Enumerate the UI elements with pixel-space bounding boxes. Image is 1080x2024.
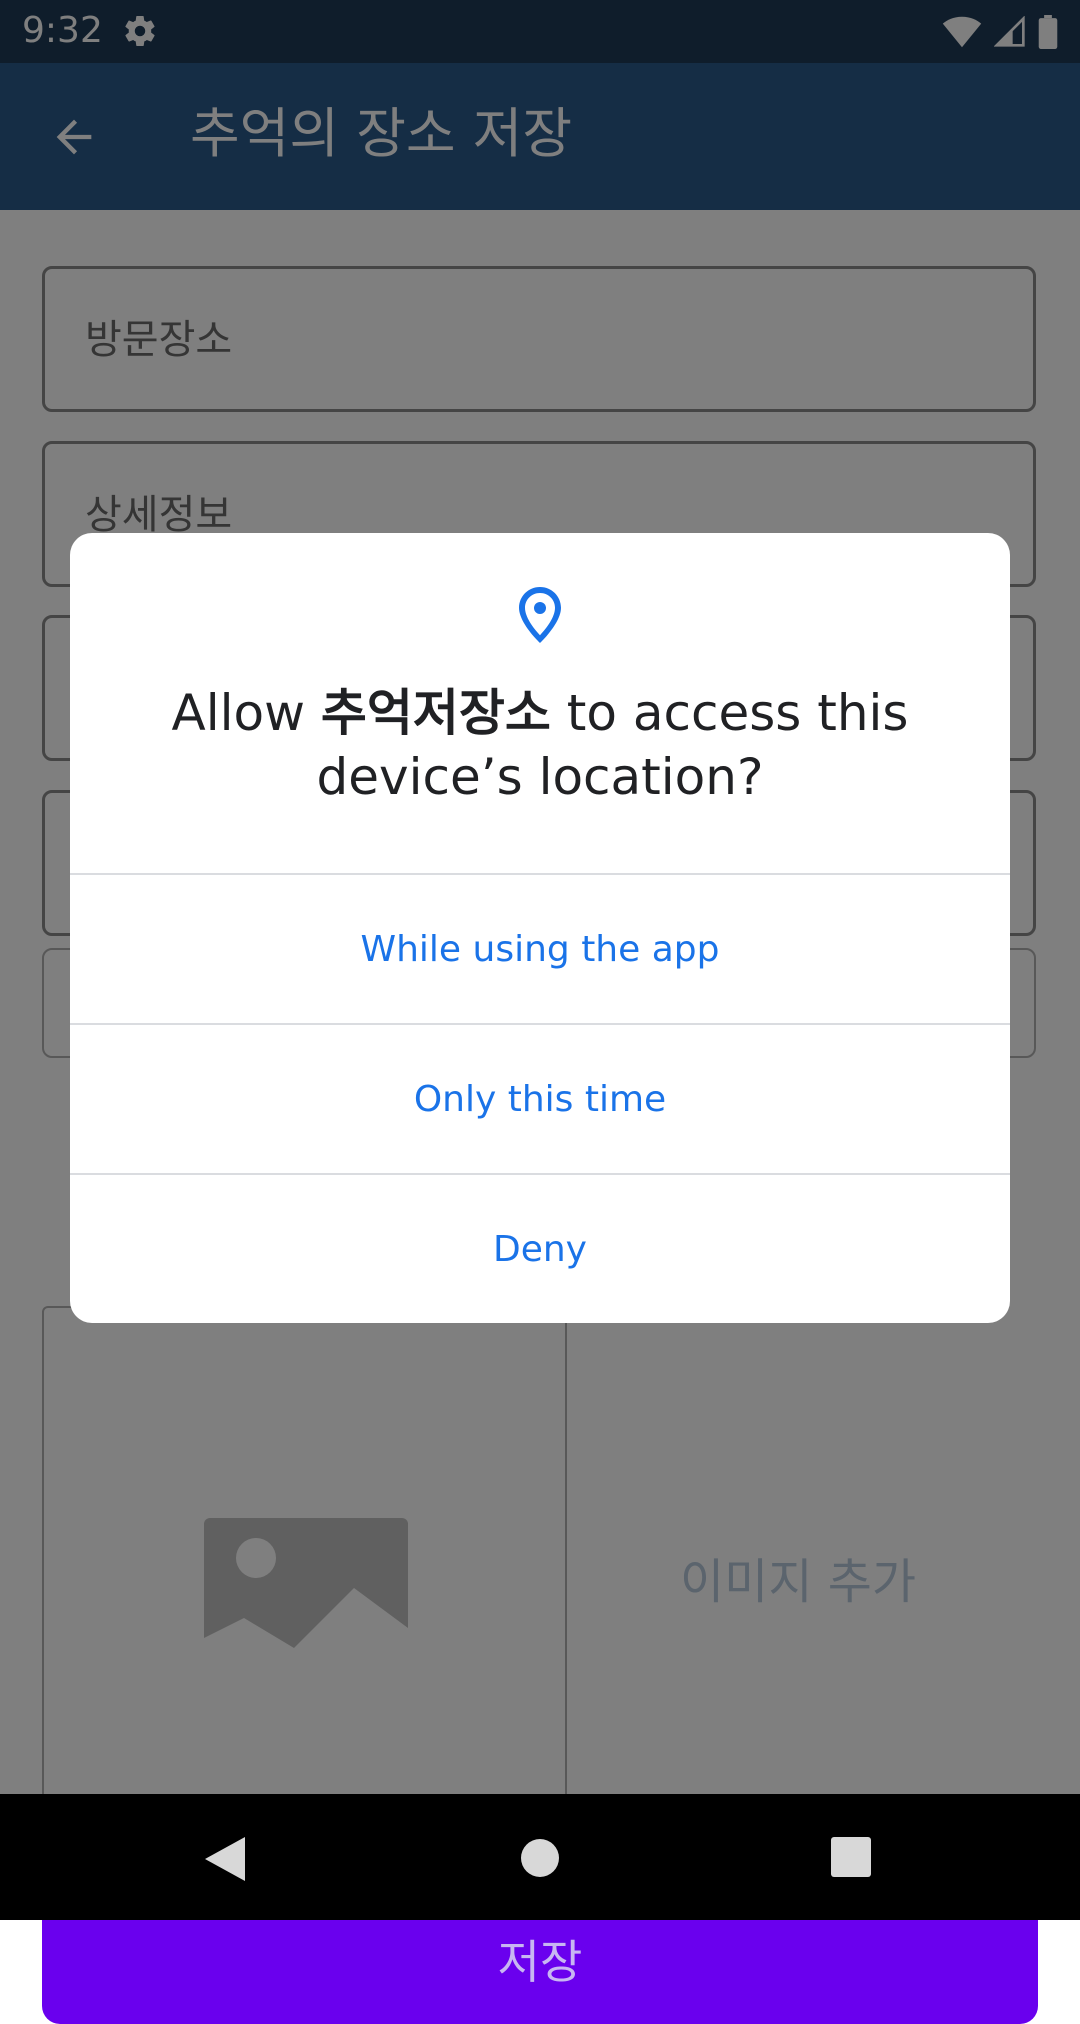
dialog-title-prefix: Allow bbox=[171, 684, 321, 742]
only-this-time-button[interactable]: Only this time bbox=[70, 1025, 1010, 1173]
permission-dialog: Allow 추억저장소 to access this device’s loca… bbox=[70, 533, 1010, 1323]
nav-back-icon[interactable] bbox=[205, 1837, 245, 1881]
dialog-app-name: 추억저장소 bbox=[320, 684, 551, 742]
nav-recents-icon[interactable] bbox=[831, 1837, 871, 1877]
location-pin-icon bbox=[519, 587, 561, 643]
deny-button[interactable]: Deny bbox=[70, 1175, 1010, 1323]
while-using-app-button[interactable]: While using the app bbox=[70, 875, 1010, 1023]
dialog-title: Allow 추억저장소 to access this device’s loca… bbox=[130, 681, 950, 809]
save-button-label: 저장 bbox=[497, 1935, 583, 1989]
nav-home-icon[interactable] bbox=[521, 1839, 559, 1877]
